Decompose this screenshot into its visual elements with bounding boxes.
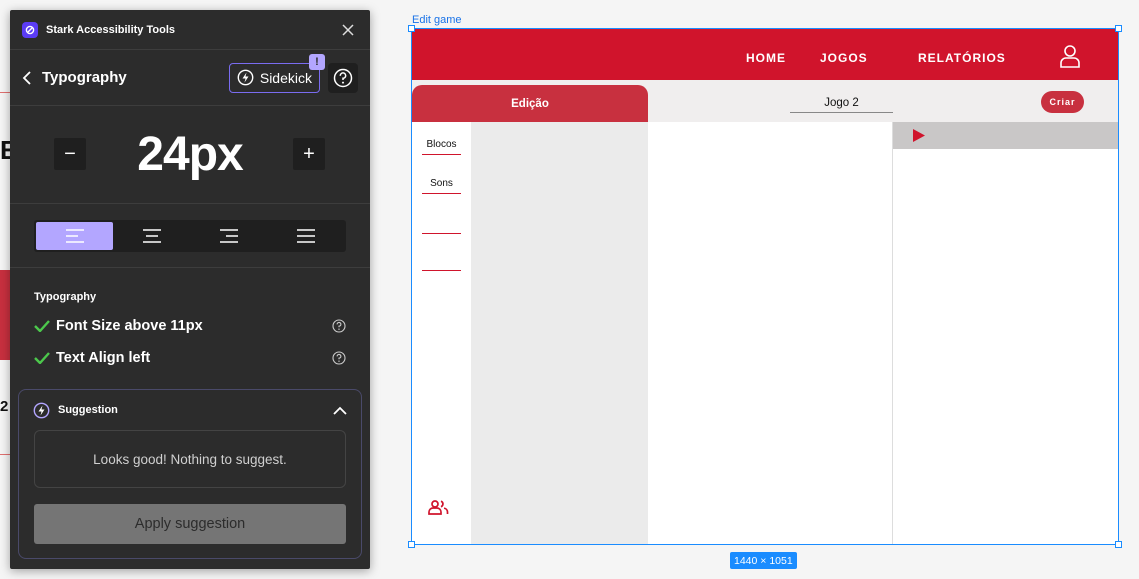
sidebar-divider — [422, 233, 461, 234]
help-icon[interactable] — [332, 319, 346, 333]
suggestion-message: Looks good! Nothing to suggest. — [34, 430, 346, 488]
suggestion-card: Suggestion Looks good! Nothing to sugges… — [18, 389, 362, 559]
lightning-icon — [33, 402, 50, 418]
frame-dimensions-badge: 1440 × 1051 — [730, 552, 797, 569]
increase-size-button[interactable]: + — [293, 138, 325, 170]
check-item: Text Align left — [34, 348, 346, 368]
create-button[interactable]: Criar — [1041, 91, 1084, 113]
sidekick-label: Sidekick — [259, 69, 312, 86]
align-center-button[interactable] — [113, 222, 190, 250]
alignment-row — [10, 204, 370, 268]
align-center-icon — [142, 228, 161, 243]
nav-home[interactable]: HOME — [746, 51, 786, 65]
help-icon[interactable] — [332, 351, 346, 365]
panel-header: Stark Accessibility Tools — [10, 10, 370, 50]
sidebar-divider — [422, 270, 461, 271]
editor-sidebar: Blocos Sons — [412, 122, 471, 544]
users-icon[interactable] — [428, 500, 449, 520]
canvas-fragment-letter: 2 — [0, 398, 9, 415]
align-left-icon — [65, 228, 84, 243]
canvas-fragment-shape — [0, 270, 10, 360]
preview-toolbar — [893, 122, 1118, 149]
decrease-size-button[interactable]: − — [54, 138, 86, 170]
checkmark-icon — [34, 352, 50, 364]
font-size-value: 24px — [137, 128, 243, 181]
chevron-up-icon[interactable] — [333, 406, 347, 415]
nav-title: Typography — [42, 69, 127, 86]
edit-game-frame[interactable]: HOME JOGOS RELATÓRIOS Edição Jogo 2 Cria… — [411, 28, 1119, 545]
check-label: Font Size above 11px — [56, 318, 203, 334]
resize-handle[interactable] — [1115, 25, 1122, 32]
check-label: Text Align left — [56, 350, 151, 366]
section-label: Typography — [34, 291, 97, 303]
back-icon[interactable] — [22, 68, 38, 88]
align-right-button[interactable] — [190, 222, 267, 250]
stark-logo-icon — [22, 21, 38, 38]
workspace-area — [648, 122, 893, 544]
sidebar-item-blocos[interactable]: Blocos — [422, 135, 461, 155]
user-icon[interactable] — [1058, 44, 1082, 68]
alignment-group — [34, 219, 346, 252]
align-justify-icon — [296, 228, 315, 243]
align-right-icon — [219, 228, 238, 243]
resize-handle[interactable] — [408, 25, 415, 32]
canvas-fragment-line — [0, 92, 10, 93]
game-name-field[interactable]: Jogo 2 — [790, 93, 893, 113]
align-left-button[interactable] — [36, 221, 113, 250]
sidebar-item-sons[interactable]: Sons — [422, 174, 461, 194]
nav-relatorios[interactable]: RELATÓRIOS — [918, 51, 1006, 65]
close-icon[interactable] — [338, 20, 358, 40]
canvas-fragment-line — [0, 454, 10, 455]
help-icon[interactable] — [328, 62, 358, 93]
resize-handle[interactable] — [408, 541, 415, 548]
nav-jogos[interactable]: JOGOS — [820, 51, 868, 65]
blocks-panel — [471, 122, 648, 544]
font-size-row: − 24px + — [10, 106, 370, 204]
frame-label[interactable]: Edit game — [412, 14, 462, 26]
check-item: Font Size above 11px — [34, 316, 346, 336]
sidekick-button[interactable]: Sidekick ! — [228, 53, 325, 93]
align-justify-button[interactable] — [267, 222, 344, 250]
app-title: Stark Accessibility Tools — [46, 23, 175, 36]
suggestion-title: Suggestion — [58, 404, 118, 416]
panel-nav: Typography Sidekick ! — [10, 50, 370, 106]
suggestion-header[interactable]: Suggestion — [19, 390, 361, 430]
lightning-icon — [237, 69, 254, 86]
stark-panel: Stark Accessibility Tools Typography Sid… — [10, 10, 370, 569]
resize-handle[interactable] — [1115, 541, 1122, 548]
canvas-fragment-letter: E — [0, 135, 10, 165]
play-icon[interactable] — [912, 128, 926, 148]
tab-edicao[interactable]: Edição — [412, 85, 648, 122]
sidekick-badge: ! — [309, 53, 325, 70]
checkmark-icon — [34, 320, 50, 332]
apply-suggestion-button[interactable]: Apply suggestion — [34, 504, 346, 544]
